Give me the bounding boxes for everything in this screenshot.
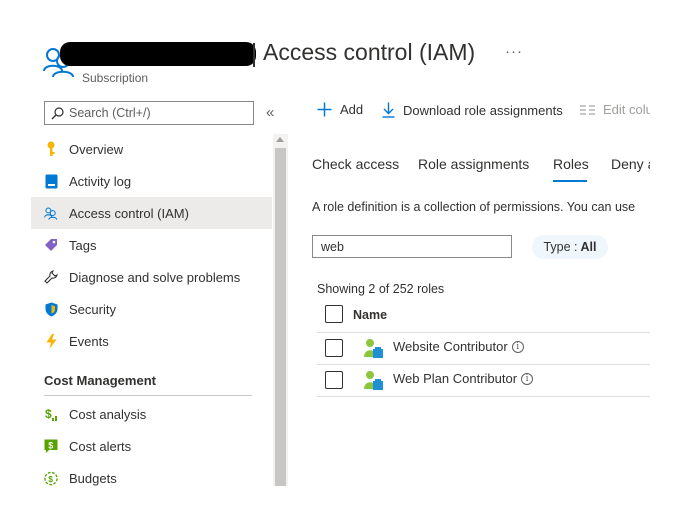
svg-text:$: $	[48, 473, 53, 483]
row-divider	[317, 332, 650, 333]
row-checkbox[interactable]	[325, 339, 343, 357]
sidebar-item-label: Security	[69, 301, 116, 317]
svg-text:$: $	[48, 440, 53, 450]
sidebar-item-budgets[interactable]: $ Budgets	[31, 462, 272, 494]
tab-check-access[interactable]: Check access	[312, 156, 399, 172]
key-icon	[44, 141, 58, 157]
dollar-chart-icon: $	[44, 406, 58, 422]
sidebar-item-label: Tags	[69, 237, 97, 253]
row-divider	[317, 364, 650, 365]
tab-role-assignments[interactable]: Role assignments	[418, 156, 529, 172]
role-name-cell[interactable]: Website Contributor i	[393, 339, 524, 354]
sidebar-item-events[interactable]: Events	[31, 325, 272, 357]
type-filter-pill[interactable]: Type : All	[532, 235, 608, 259]
edit-columns-button[interactable]: Edit colu	[580, 102, 650, 117]
main-content: Add Download role assignments Edit colu …	[300, 0, 650, 508]
redacted-resource-name	[60, 42, 256, 66]
results-count: Showing 2 of 252 roles	[317, 282, 445, 296]
select-all-checkbox[interactable]	[325, 305, 343, 323]
sidebar-item-access-control[interactable]: Access control (IAM)	[31, 197, 272, 229]
sidebar-item-label: Cost analysis	[69, 406, 147, 422]
sidebar-item-cost-alerts[interactable]: $ Cost alerts	[31, 430, 272, 462]
column-header-name[interactable]: Name	[353, 308, 387, 322]
info-icon[interactable]: i	[511, 340, 524, 353]
download-button-label: Download role assignments	[403, 102, 563, 118]
sidebar-item-label: Cost alerts	[69, 438, 132, 454]
selected-tab-indicator	[553, 180, 587, 182]
sidebar-item-security[interactable]: Security	[31, 293, 272, 325]
role-filter-input[interactable]	[312, 235, 512, 258]
section-divider	[44, 395, 252, 396]
collapse-sidebar-button[interactable]: «	[266, 104, 274, 121]
budget-icon: $	[44, 470, 58, 486]
sidebar-item-label: Budgets	[69, 470, 117, 486]
title-separator	[253, 43, 255, 67]
edit-columns-label: Edit colu	[603, 102, 650, 117]
type-filter-value: All	[580, 240, 597, 254]
download-role-assignments-button[interactable]: Download role assignments	[382, 102, 563, 118]
sidebar-item-label: Diagnose and solve problems	[69, 269, 241, 285]
sidebar-item-tags[interactable]: Tags	[31, 229, 272, 261]
plus-icon	[317, 102, 332, 117]
roles-description: A role definition is a collection of per…	[312, 200, 636, 214]
role-name[interactable]: Website Contributor	[393, 339, 508, 354]
section-header-cost-management: Cost Management	[44, 373, 156, 388]
sidebar-item-overview[interactable]: Overview	[31, 133, 272, 165]
tag-icon	[44, 237, 58, 253]
role-icon	[364, 339, 383, 358]
sidebar-item-diagnose[interactable]: Diagnose and solve problems	[31, 261, 272, 293]
role-name[interactable]: Web Plan Contributor	[393, 371, 517, 386]
sidebar-search-input[interactable]: Search (Ctrl+/)	[44, 101, 254, 125]
role-icon	[364, 371, 383, 390]
sidebar-search-placeholder: Search (Ctrl+/)	[69, 106, 151, 120]
svg-text:$: $	[45, 407, 52, 421]
columns-icon	[580, 104, 595, 116]
tab-roles[interactable]: Roles	[553, 156, 589, 172]
wrench-icon	[44, 269, 58, 285]
download-icon	[382, 102, 395, 118]
info-icon[interactable]: i	[521, 372, 534, 385]
scroll-up-arrow-icon[interactable]	[276, 137, 284, 142]
resource-type-label: Subscription	[82, 71, 149, 85]
sidebar-item-label: Activity log	[69, 173, 132, 189]
tab-deny-assignments[interactable]: Deny a	[611, 156, 650, 172]
add-button[interactable]: Add	[317, 102, 363, 117]
users-icon	[44, 205, 58, 221]
sidebar-item-activity-log[interactable]: Activity log	[31, 165, 272, 197]
dollar-alert-icon: $	[44, 438, 58, 454]
search-icon	[51, 106, 64, 119]
shield-icon	[44, 301, 58, 317]
sidebar-item-cost-analysis[interactable]: $ Cost analysis	[31, 398, 272, 430]
sidebar-item-label: Events	[69, 333, 109, 349]
sidebar-scrollbar-thumb[interactable]	[275, 148, 286, 486]
log-icon	[44, 173, 58, 189]
role-name-cell[interactable]: Web Plan Contributor i	[393, 371, 534, 386]
sidebar-item-label: Overview	[69, 141, 124, 157]
add-button-label: Add	[340, 102, 364, 117]
row-divider	[317, 396, 650, 397]
type-filter-label: Type :	[543, 240, 578, 254]
sidebar-item-label: Access control (IAM)	[69, 205, 189, 221]
lightning-icon	[44, 333, 58, 349]
row-checkbox[interactable]	[325, 371, 343, 389]
